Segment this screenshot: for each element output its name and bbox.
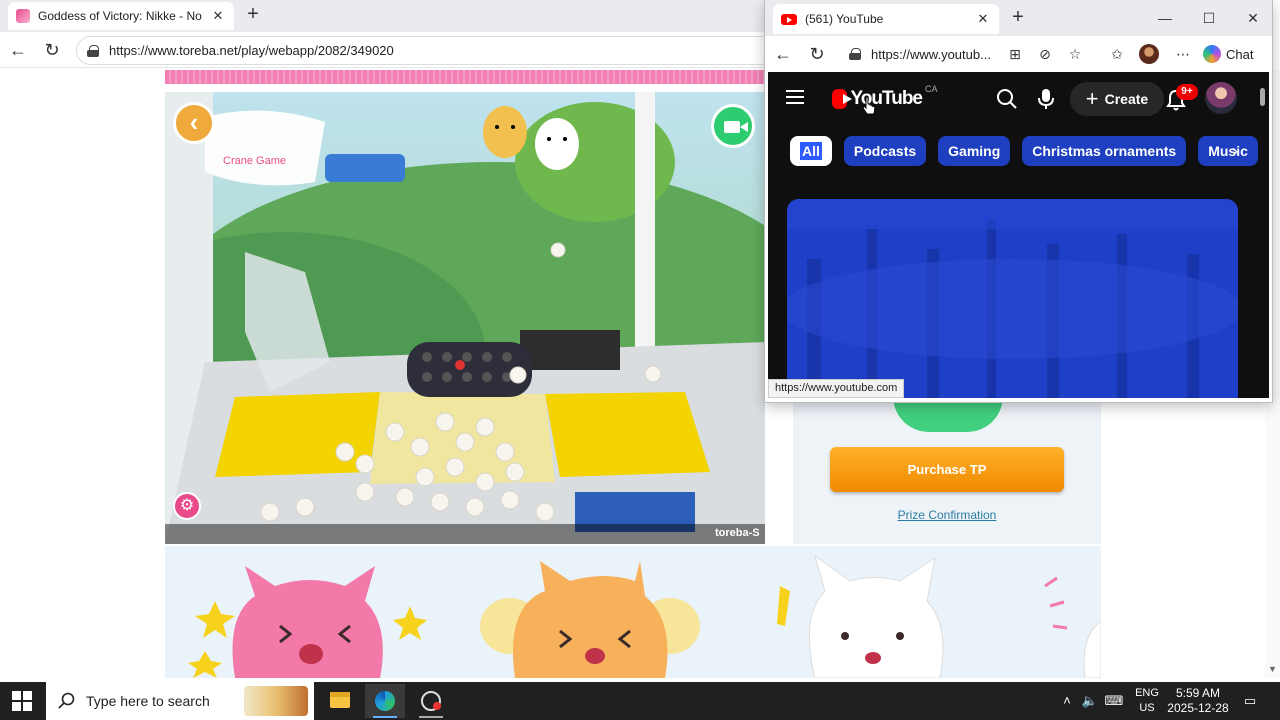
clock-date: 2025-12-28	[1167, 701, 1229, 715]
reload-icon[interactable]: ↻	[803, 40, 831, 68]
more-options-icon[interactable]: ⋯	[1173, 44, 1193, 64]
volume-icon[interactable]: 🔈	[1080, 692, 1100, 710]
prize-confirmation-link[interactable]: Prize Confirmation	[793, 508, 1101, 522]
maximize-icon[interactable]: ☐	[1187, 6, 1231, 30]
tab-youtube[interactable]: (561) YouTube ✕	[773, 4, 999, 34]
mascot-banner	[165, 546, 1101, 678]
tab-title: (561) YouTube	[805, 12, 884, 26]
region-code: CA	[925, 84, 938, 94]
game-back-icon[interactable]: ‹	[173, 102, 215, 144]
tracking-prevention-icon[interactable]: ⊘	[1035, 44, 1055, 64]
close-icon[interactable]: ✕	[975, 11, 991, 27]
reload-icon[interactable]: ↻	[38, 36, 66, 64]
toreba-header-stripe	[165, 70, 765, 84]
address-url: https://www.toreba.net/play/webapp/2082/…	[109, 43, 394, 58]
category-chips: All Podcasts Gaming Christmas ornaments …	[790, 136, 1258, 166]
clock[interactable]: 5:59 AM 2025-12-28	[1160, 686, 1236, 716]
address-bar[interactable]: https://www.toreba.net/play/webapp/2082/…	[76, 36, 776, 65]
taskbar-search-box[interactable]: Type here to search	[46, 682, 314, 720]
keyboard-icon[interactable]: ⌨	[1104, 692, 1124, 710]
chevron-up-icon[interactable]: ˄	[1057, 692, 1077, 710]
mouse-pointer-icon	[862, 96, 876, 115]
file-explorer-icon[interactable]	[320, 684, 360, 718]
claw-machine-view: Crane Game	[165, 92, 765, 544]
chip-all[interactable]: All	[790, 136, 832, 166]
windows-start-icon[interactable]	[12, 691, 32, 711]
video-thumbnail[interactable]	[787, 199, 1238, 398]
app-available-icon[interactable]: ⊞	[1005, 44, 1025, 64]
chip-christmas-ornaments[interactable]: Christmas ornaments	[1022, 136, 1187, 166]
youtube-browser-window: (561) YouTube ✕ + — ☐ ✕ ← ↻ https://www.…	[765, 0, 1272, 402]
lock-icon	[87, 44, 99, 57]
notification-center-icon[interactable]: ▭	[1240, 692, 1260, 710]
clock-time: 5:59 AM	[1175, 686, 1221, 700]
minimize-icon[interactable]: —	[1143, 6, 1187, 30]
camera-icon[interactable]	[711, 104, 755, 148]
cat-mascots-illustration	[188, 554, 1101, 678]
notification-badge: 9+	[1176, 84, 1198, 100]
search-icon[interactable]	[996, 88, 1018, 110]
new-tab-plus-icon[interactable]: +	[1007, 7, 1029, 29]
claw-game-stream[interactable]: Crane Game ‹ ⚙ toreba-S	[165, 92, 765, 544]
chip-gaming[interactable]: Gaming	[938, 136, 1011, 166]
svg-text:Crane Game: Crane Game	[223, 155, 286, 167]
profile-avatar-icon[interactable]	[1139, 44, 1159, 64]
chevron-right-icon[interactable]: ›	[1223, 138, 1247, 164]
search-placeholder: Type here to search	[86, 693, 210, 709]
settings-gear-icon[interactable]: ⚙	[173, 492, 201, 520]
youtube-logo[interactable]: YouTube	[832, 88, 923, 110]
avatar[interactable]	[1205, 82, 1237, 114]
toreba-favicon-icon	[16, 9, 30, 23]
chat-label: Chat	[1226, 46, 1254, 62]
edge-browser-icon[interactable]	[365, 684, 405, 718]
search-highlight-icon	[244, 686, 308, 716]
close-icon[interactable]: ✕	[210, 8, 226, 24]
lock-icon	[849, 48, 861, 60]
back-icon[interactable]: ←	[769, 40, 797, 68]
back-icon[interactable]: ←	[4, 36, 32, 64]
youtube-play-icon	[832, 89, 852, 109]
plus-icon: +	[1085, 86, 1099, 111]
thumbnail-image	[787, 199, 1238, 398]
youtube-favicon-icon	[781, 13, 797, 25]
address-url: https://www.youtub...	[871, 46, 991, 62]
mic-icon[interactable]	[1036, 88, 1056, 110]
stream-brand: toreba-S	[715, 527, 760, 539]
create-button[interactable]: + Create	[1070, 82, 1164, 116]
hamburger-icon[interactable]	[786, 90, 806, 106]
link-status-bar: https://www.youtube.com	[768, 379, 905, 398]
search-icon	[58, 692, 75, 709]
new-tab-plus-icon[interactable]: +	[242, 4, 264, 26]
recording-app-icon[interactable]	[411, 684, 451, 718]
copilot-icon	[1203, 45, 1221, 63]
scrollbar-thumb[interactable]	[1260, 88, 1265, 106]
youtube-scrollbar[interactable]	[1258, 82, 1266, 392]
tab-toreba[interactable]: Goddess of Victory: Nikke - Nood ✕	[8, 2, 234, 30]
youtube-page: YouTube CA + Create 9+ All Podcasts Gami…	[768, 72, 1269, 398]
favorites-icon[interactable]: ✩	[1107, 44, 1127, 64]
create-label: Create	[1104, 91, 1149, 107]
chip-podcasts[interactable]: Podcasts	[843, 136, 927, 166]
copilot-chat-button[interactable]: Chat	[1203, 42, 1261, 66]
tab-title: Goddess of Victory: Nikke - Nood	[38, 9, 202, 23]
purchase-tp-button[interactable]: Purchase TP	[830, 447, 1064, 492]
window-close-icon[interactable]: ✕	[1231, 6, 1275, 30]
favorite-star-icon[interactable]: ☆	[1065, 44, 1085, 64]
